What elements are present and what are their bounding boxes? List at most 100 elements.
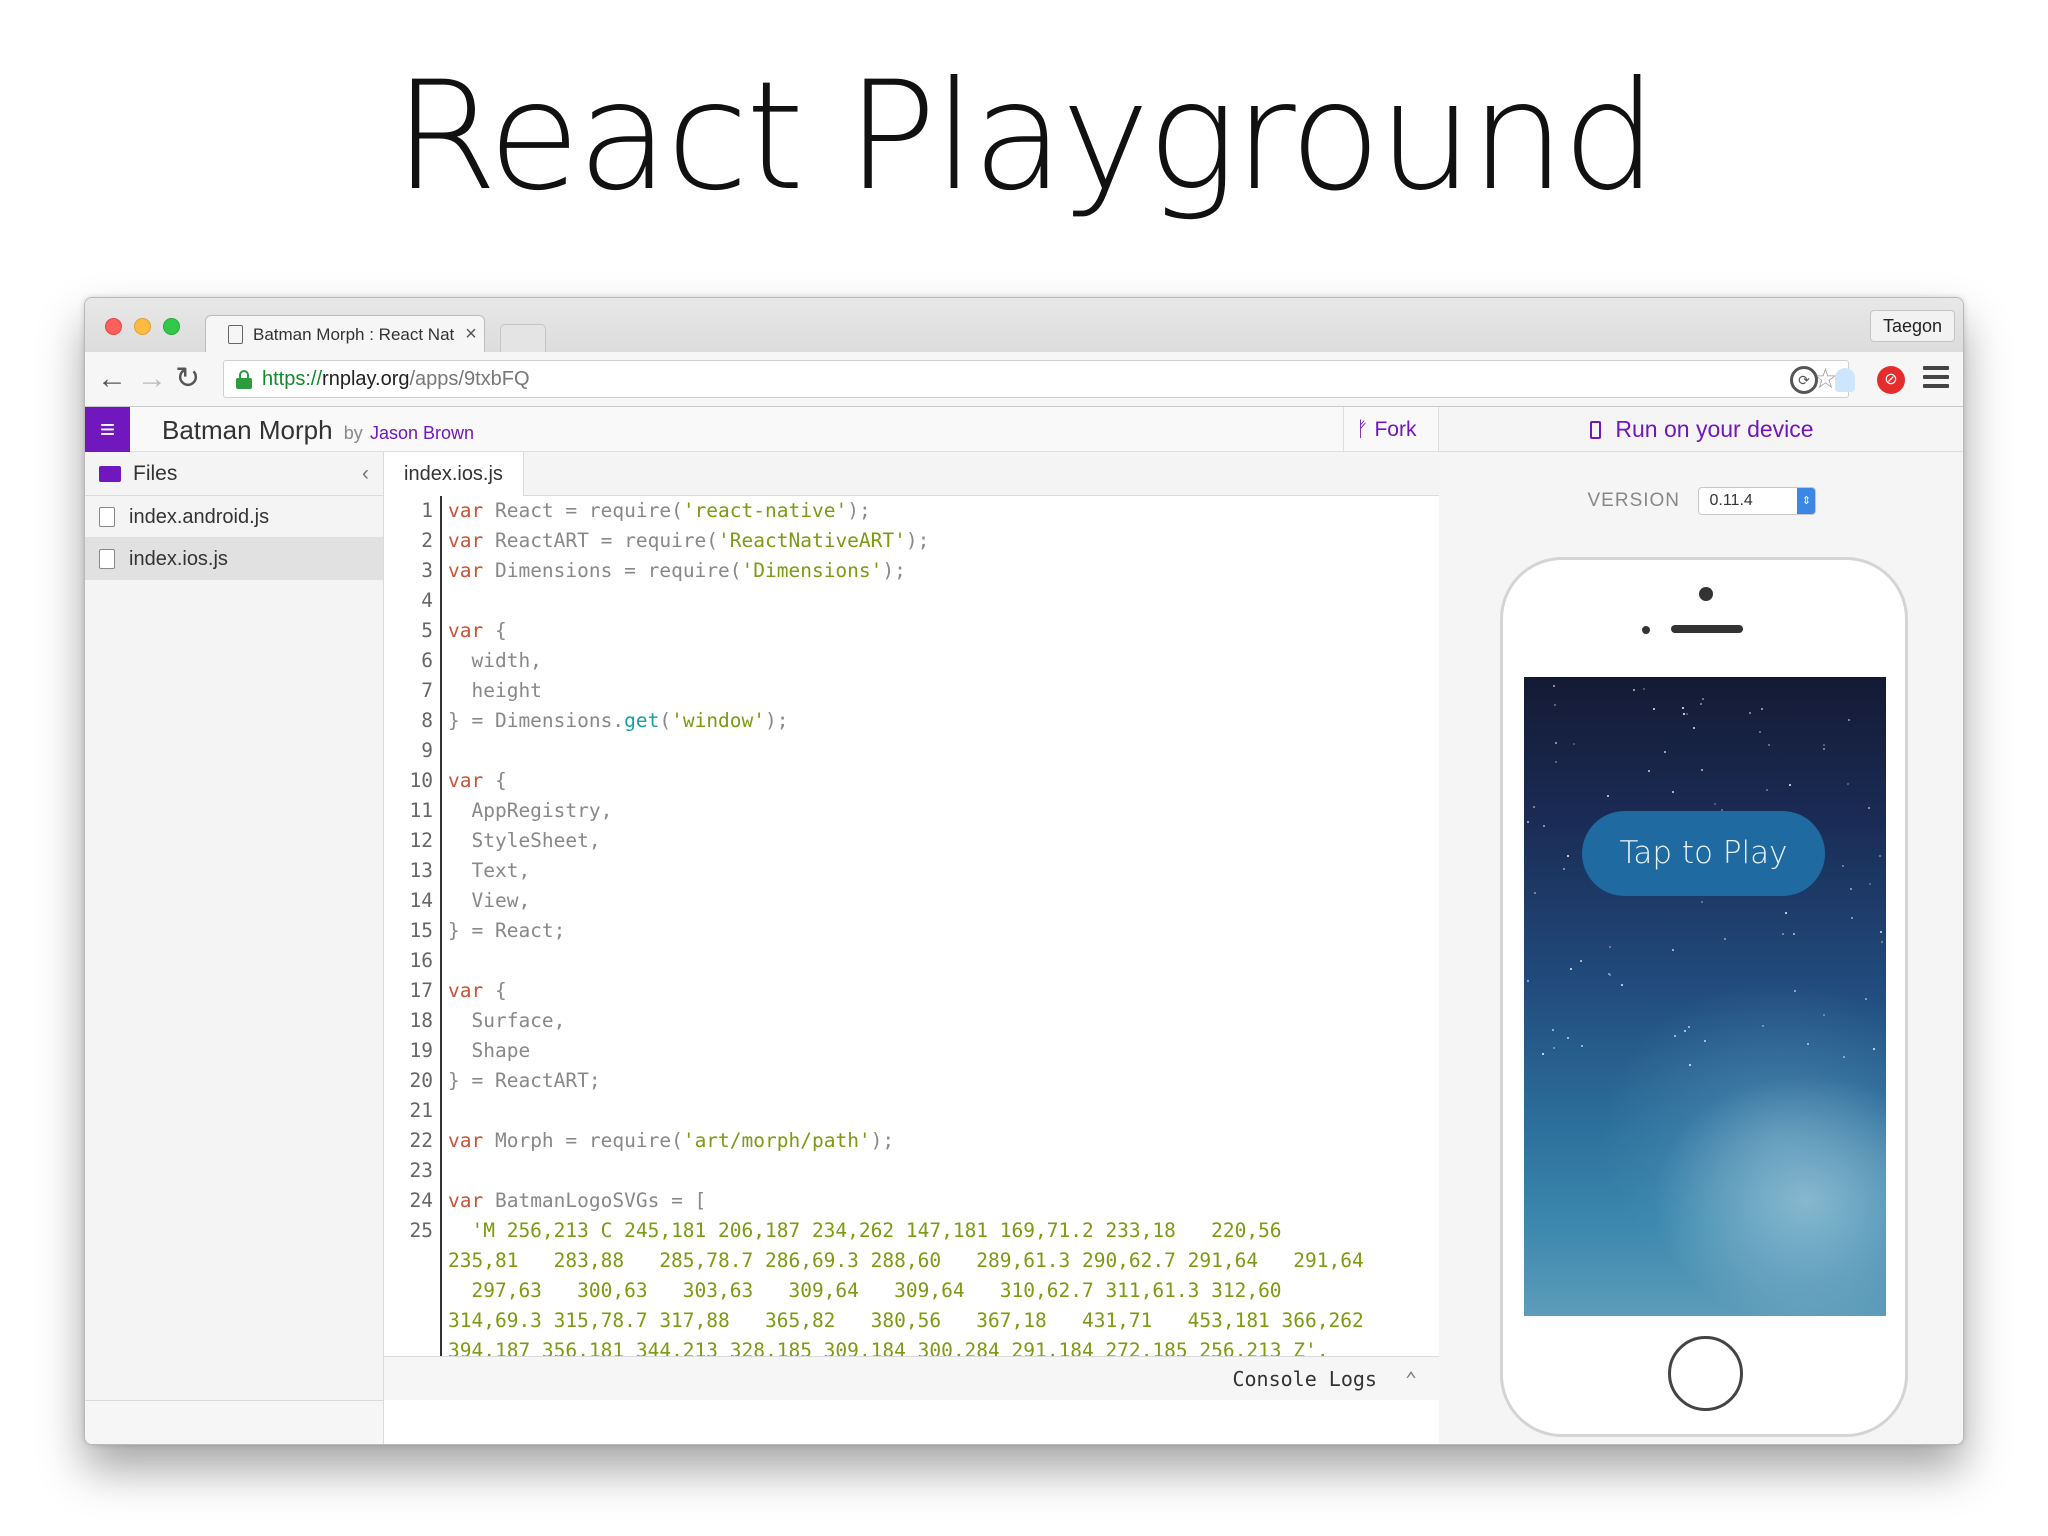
- extension-balloon-icon[interactable]: [1835, 368, 1855, 392]
- line-number: 11: [409, 799, 433, 822]
- code-line: } = ReactART;: [448, 1069, 601, 1092]
- back-arrow-icon[interactable]: ←: [97, 360, 127, 398]
- code-line: Shape: [448, 1039, 531, 1062]
- new-tab-button[interactable]: [500, 324, 546, 352]
- fork-button[interactable]: ᚠ Fork: [1343, 407, 1439, 452]
- forward-arrow-icon[interactable]: →: [137, 360, 167, 398]
- star-dot: [1713, 802, 1716, 805]
- file-item-index-ios[interactable]: index.ios.js: [85, 538, 383, 580]
- browser-tab[interactable]: Batman Morph : React Nat ×: [205, 315, 485, 353]
- code-line-wrapped: 235,81 283,88 285,78.7 286,69.3 288,60 2…: [448, 1249, 1364, 1272]
- line-number: 15: [409, 919, 433, 942]
- star-dot: [1686, 713, 1689, 716]
- star-dot: [1567, 1036, 1570, 1039]
- code-line: var {: [448, 619, 507, 642]
- star-dot: [1703, 1039, 1706, 1042]
- sensor-icon: [1642, 626, 1650, 634]
- run-on-device-button[interactable]: Run on your device: [1439, 407, 1963, 452]
- line-number: 12: [409, 829, 433, 852]
- console-logs-bar[interactable]: Console Logs ⌃: [384, 1356, 1439, 1400]
- line-number: 16: [409, 949, 433, 972]
- tap-to-play-button[interactable]: Tap to Play: [1582, 811, 1825, 896]
- reload-icon[interactable]: ↻: [175, 360, 200, 398]
- star-dot: [1842, 865, 1845, 868]
- star-dot: [1573, 742, 1576, 745]
- profile-button[interactable]: Taegon: [1869, 310, 1955, 342]
- chevron-up-icon[interactable]: ⌃: [1405, 1367, 1417, 1391]
- star-dot: [1526, 820, 1529, 823]
- window-minimize-button[interactable]: [134, 318, 151, 335]
- line-number: 5: [421, 619, 433, 642]
- code-editor: index.ios.js 1 2 3 4 5 6 7 8 9 10 11 12 13 14 15 16 17 18…: [384, 452, 1439, 1400]
- line-number: 6: [421, 649, 433, 672]
- window-close-button[interactable]: [105, 318, 122, 335]
- star-dot: [1579, 959, 1582, 962]
- star-dot: [1782, 932, 1785, 935]
- extension-sync-icon[interactable]: ⟳: [1790, 366, 1818, 394]
- editor-tab-index-ios[interactable]: index.ios.js: [384, 452, 524, 496]
- url-input[interactable]: https://rnplay.org/apps/9txbFQ ☆: [223, 360, 1849, 398]
- file-icon: [99, 549, 115, 569]
- star-dot: [1846, 782, 1849, 785]
- star-dot: [1689, 1063, 1692, 1066]
- code-line: var {: [448, 769, 507, 792]
- star-dot: [1878, 855, 1881, 858]
- window-zoom-button[interactable]: [163, 318, 180, 335]
- star-dot: [1699, 702, 1702, 705]
- star-dot: [1633, 688, 1636, 691]
- line-number: 8: [421, 709, 433, 732]
- author-link[interactable]: Jason Brown: [370, 423, 474, 443]
- version-select[interactable]: 0.11.4 ⇕: [1698, 487, 1817, 515]
- project-name: Batman Morph: [162, 415, 333, 445]
- star-dot: [1563, 868, 1566, 871]
- star-dot: [1554, 742, 1557, 745]
- line-number: 19: [409, 1039, 433, 1062]
- star-dot: [1784, 912, 1787, 915]
- file-item-index-android[interactable]: index.android.js: [85, 496, 383, 538]
- star-dot: [1552, 1047, 1555, 1050]
- code-line: var BatmanLogoSVGs = [: [448, 1189, 707, 1212]
- star-dot: [1869, 882, 1872, 885]
- star-dot: [1553, 704, 1556, 707]
- line-number: 21: [409, 1099, 433, 1122]
- code-line: width,: [448, 649, 542, 672]
- home-button[interactable]: [1668, 1336, 1743, 1411]
- star-dot: [1880, 940, 1883, 943]
- files-header[interactable]: Files ‹: [85, 452, 383, 496]
- code-line: var Dimensions = require('Dimensions');: [448, 559, 906, 582]
- code-line: View,: [448, 889, 531, 912]
- star-dot: [1682, 712, 1685, 715]
- star-dot: [1532, 806, 1535, 809]
- url-host: rnplay.org: [322, 368, 410, 390]
- collapse-sidebar-icon[interactable]: ‹: [362, 452, 369, 496]
- line-number: 7: [421, 679, 433, 702]
- code-line: var React = require('react-native');: [448, 499, 871, 522]
- star-dot: [1555, 761, 1557, 764]
- editor-tab-bar: index.ios.js: [384, 452, 1439, 496]
- browser-menu-icon[interactable]: [1923, 366, 1949, 394]
- run-on-device-label: Run on your device: [1615, 416, 1814, 442]
- hamburger-menu-icon[interactable]: ≡: [85, 407, 130, 452]
- star-dot: [1843, 1056, 1846, 1059]
- file-name: index.android.js: [129, 506, 270, 528]
- fork-label: Fork: [1374, 418, 1417, 441]
- star-dot: [1653, 707, 1656, 710]
- line-number: 23: [409, 1159, 433, 1182]
- extension-red-icon[interactable]: ⊘: [1877, 366, 1905, 394]
- star-dot: [1864, 998, 1867, 1001]
- star-dot: [1581, 1045, 1584, 1048]
- code-line: var ReactART = require('ReactNativeART')…: [448, 529, 930, 552]
- version-label: VERSION: [1587, 490, 1681, 511]
- phone-screen[interactable]: Tap to Play: [1524, 677, 1886, 1316]
- star-dot: [1664, 750, 1667, 753]
- star-dot: [1567, 854, 1570, 857]
- tab-close-icon[interactable]: ×: [458, 323, 484, 346]
- line-number: 10: [409, 769, 433, 792]
- code-line: Text,: [448, 859, 531, 882]
- code-area[interactable]: 1 2 3 4 5 6 7 8 9 10 11 12 13 14 15 16 17 18 19 20 21 22 23 24 2…: [384, 496, 1439, 1362]
- sidebar-footer: [85, 1400, 384, 1444]
- star-dot: [1759, 731, 1762, 734]
- star-dot: [1682, 707, 1685, 710]
